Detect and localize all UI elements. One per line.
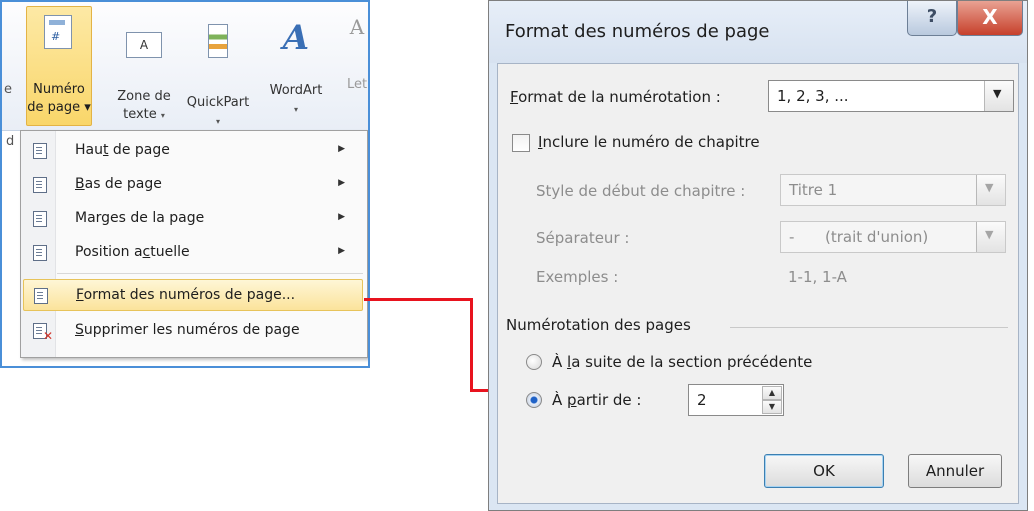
continue-radio[interactable]	[526, 354, 542, 370]
spin-down-icon[interactable]: ▼	[762, 400, 782, 414]
text-box-button[interactable]: A Zone de texte ▾	[114, 8, 174, 125]
start-at-value: 2	[697, 391, 707, 409]
continue-label: À la suite de la section précédente	[552, 353, 813, 371]
format-page-numbers-dialog: Format des numéros de page ? X Format de…	[488, 0, 1028, 511]
chapter-style-label: Style de début de chapitre :	[536, 182, 746, 200]
include-chapter-label: Inclure le numéro de chapitre	[538, 133, 760, 151]
menu-item-label: Bas de page	[75, 176, 162, 192]
menu-item-current-position[interactable]: Position actuelle ▶	[23, 237, 363, 269]
text-box-label-2: texte	[123, 107, 157, 122]
dialog-titlebar: Format des numéros de page ? X	[489, 1, 1027, 63]
chevron-right-icon: ▶	[338, 212, 345, 222]
separator-value: -	[789, 228, 795, 246]
page-number-menu: Haut de page ▶ Bas de page ▶ Marges de l…	[20, 130, 368, 358]
dialog-title: Format des numéros de page	[505, 21, 770, 42]
cancel-button[interactable]: Annuler	[908, 454, 1002, 488]
menu-item-bottom-of-page[interactable]: Bas de page ▶	[23, 169, 363, 201]
dropdown-button[interactable]: ▼	[976, 175, 1005, 205]
numbering-group-label: Numérotation des pages	[506, 316, 691, 334]
menu-item-label: Supprimer les numéros de page	[75, 322, 300, 338]
page-top-icon	[33, 143, 47, 159]
separator-select[interactable]: - (trait d'union) ▼	[780, 221, 1006, 253]
cut-label: d	[6, 134, 15, 149]
arrow-line-vertical	[470, 298, 473, 392]
start-at-radio[interactable]	[526, 392, 542, 408]
ribbon-screenshot: e d # Numéro de page ▾ A Zone de texte ▾	[0, 0, 370, 368]
chapter-style-select[interactable]: Titre 1 ▼	[780, 174, 1006, 206]
chevron-down-icon: ▾	[293, 105, 298, 114]
dropdown-button[interactable]: ▼	[976, 222, 1005, 252]
help-button[interactable]: ?	[907, 1, 957, 36]
examples-label: Exemples :	[536, 268, 619, 286]
chevron-down-icon: ▾	[84, 100, 91, 115]
dropdown-button[interactable]: ▼	[984, 81, 1013, 111]
start-at-spinner[interactable]: 2 ▲ ▼	[688, 384, 784, 416]
format-page-numbers-icon	[34, 288, 48, 304]
chevron-right-icon: ▶	[338, 178, 345, 188]
menu-item-label: Marges de la page	[75, 210, 205, 226]
wordart-icon: A	[282, 18, 310, 58]
arrow-line-horizontal	[364, 298, 472, 301]
dropcap-icon: A	[349, 15, 365, 39]
dialog-client: Format de la numérotation : 1, 2, 3, ...…	[497, 63, 1019, 504]
include-chapter-checkbox[interactable]	[512, 134, 530, 152]
page-number-button[interactable]: # Numéro de page ▾	[26, 6, 92, 126]
quickpart-icon	[208, 24, 228, 58]
menu-item-label: Position actuelle	[75, 244, 190, 260]
menu-separator	[57, 273, 363, 274]
quickpart-label: QuickPart	[186, 95, 250, 110]
lettrine-label: Let	[346, 77, 368, 92]
page-number-label-1: Numéro	[33, 82, 85, 97]
page-number-icon: #	[44, 15, 72, 49]
chevron-right-icon: ▶	[338, 144, 345, 154]
chevron-down-icon: ▼	[985, 228, 994, 241]
cut-label: e	[4, 82, 12, 97]
wordart-label: WordArt	[269, 83, 323, 98]
spin-up-icon[interactable]: ▲	[762, 386, 782, 400]
current-position-icon	[33, 245, 47, 261]
quickpart-button[interactable]: QuickPart ▾	[182, 8, 254, 131]
ok-button[interactable]: OK	[764, 454, 884, 488]
close-icon: X	[982, 5, 998, 29]
text-box-icon: A	[126, 32, 162, 58]
text-box-label-1: Zone de	[117, 89, 171, 104]
group-divider	[730, 327, 1008, 328]
chevron-right-icon: ▶	[338, 246, 345, 256]
page-margins-icon	[33, 211, 47, 227]
number-format-select[interactable]: 1, 2, 3, ... ▼	[768, 80, 1014, 112]
menu-item-format-page-numbers[interactable]: Format des numéros de page...	[23, 279, 363, 311]
page-number-label-2: de page	[27, 100, 81, 115]
examples-value: 1-1, 1-A	[788, 268, 847, 286]
separator-description: (trait d'union)	[825, 228, 929, 246]
chevron-down-icon: ▾	[215, 117, 220, 126]
chapter-style-value: Titre 1	[789, 181, 838, 199]
delete-x-icon: ✕	[43, 329, 54, 343]
menu-item-label: Format des numéros de page...	[76, 287, 296, 303]
page-bottom-icon	[33, 177, 47, 193]
chevron-down-icon: ▼	[993, 87, 1002, 100]
help-icon: ?	[926, 6, 938, 27]
number-format-value: 1, 2, 3, ...	[777, 87, 849, 105]
start-at-label: À partir de :	[552, 391, 642, 409]
separator-label: Séparateur :	[536, 229, 630, 247]
insert-ribbon: e d # Numéro de page ▾ A Zone de texte ▾	[2, 2, 368, 149]
chevron-down-icon: ▼	[985, 181, 994, 194]
wordart-button[interactable]: A WordArt ▾	[260, 8, 332, 119]
menu-item-remove-page-numbers[interactable]: ✕ Supprimer les numéros de page	[23, 315, 363, 347]
menu-item-label: Haut de page	[75, 142, 170, 158]
format-label: Format de la numérotation :	[510, 88, 721, 106]
menu-item-top-of-page[interactable]: Haut de page ▶	[23, 135, 363, 167]
chevron-down-icon: ▾	[160, 111, 165, 120]
menu-item-page-margins[interactable]: Marges de la page ▶	[23, 203, 363, 235]
close-button[interactable]: X	[957, 1, 1023, 36]
lettrine-button[interactable]: A Let	[342, 8, 368, 94]
